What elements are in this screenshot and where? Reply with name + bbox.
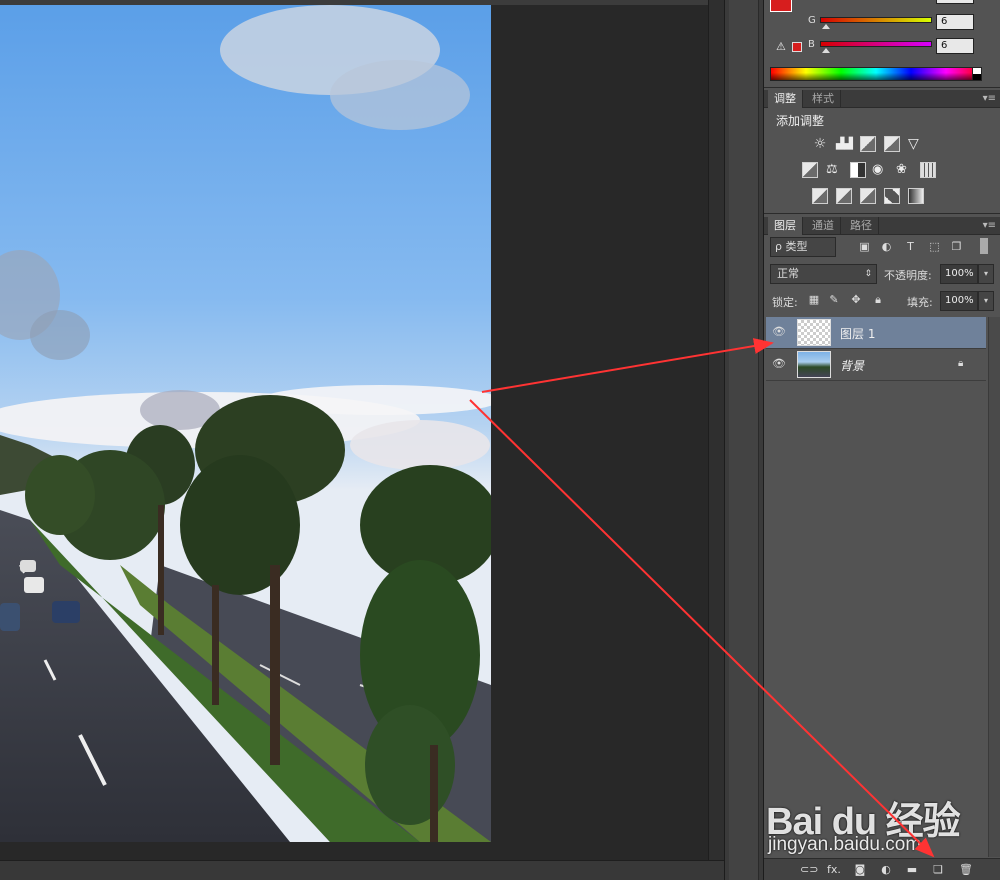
selective-color-icon[interactable]: [884, 188, 900, 204]
workspace-scrollbar[interactable]: [708, 0, 724, 860]
lock-transparent-icon[interactable]: ▦: [808, 294, 820, 306]
layer-thumbnail-photo: [797, 351, 831, 378]
foreground-color-swatch[interactable]: [770, 0, 792, 12]
layer-thumbnail-transparent: [797, 319, 831, 346]
layer-name[interactable]: 图层 1: [840, 325, 875, 342]
layers-panel: 图层 通道 路径 ▾≡ ρ 类型 ▣ ◐ T ⬚ ❐ 正常 ⇕ 不透明度: 10…: [764, 217, 1000, 880]
collapsed-panel-dock[interactable]: [724, 0, 764, 880]
fill-field[interactable]: 100%: [940, 291, 978, 311]
layer-row-background[interactable]: 👁︎ 背景 🔒︎: [766, 349, 986, 381]
chevron-updown-icon: ⇕: [864, 269, 872, 279]
gamut-swatch[interactable]: [792, 42, 802, 52]
fill-dropdown-icon[interactable]: ▾: [978, 291, 994, 311]
link-icon[interactable]: ⊂⊃: [800, 862, 818, 878]
curves-icon[interactable]: [860, 136, 876, 152]
layer-row-layer1[interactable]: 👁︎ 图层 1: [766, 317, 986, 349]
black-white-icon[interactable]: [850, 162, 866, 178]
photo-filter-icon[interactable]: ◉: [872, 162, 888, 178]
blend-mode-value: 正常: [777, 267, 799, 280]
canvas-image[interactable]: [0, 5, 491, 842]
filter-shape-icon[interactable]: ⬚: [928, 240, 941, 253]
opacity-dropdown-icon[interactable]: ▾: [978, 264, 994, 284]
channel-g-label: G: [808, 15, 816, 26]
layers-panel-menu-icon[interactable]: ▾≡: [983, 220, 996, 231]
lock-all-icon[interactable]: 🔒︎: [872, 294, 884, 306]
exposure-icon[interactable]: [884, 136, 900, 152]
panel-menu-icon[interactable]: ▾≡: [983, 93, 996, 104]
levels-icon[interactable]: ▟▟: [836, 136, 853, 152]
status-bar: [0, 860, 724, 880]
adjustments-tab-bar: 调整 样式 ▾≡: [764, 90, 1000, 108]
layers-tab-bar: 图层 通道 路径 ▾≡: [764, 217, 1000, 235]
filter-adjustment-icon[interactable]: ◐: [880, 240, 893, 253]
visibility-eye-icon[interactable]: 👁︎: [772, 358, 786, 370]
document-workspace: [0, 0, 724, 880]
black-white-ramp[interactable]: [972, 67, 982, 81]
channel-b-value[interactable]: 6: [936, 38, 974, 54]
fx-icon[interactable]: fx.: [826, 862, 842, 878]
channel-row-g: G 6: [808, 14, 998, 30]
mask-icon[interactable]: ◙: [852, 862, 868, 878]
layer-filter-select[interactable]: ρ 类型: [770, 237, 836, 257]
tab-channels[interactable]: 通道: [806, 217, 841, 235]
color-panel: 215 G 6 B 6 ⚠: [764, 0, 1000, 88]
adjustments-panel: 调整 样式 ▾≡ 添加调整 ☼ ▟▟ ▽ ⚖ ◉ ❀: [764, 90, 1000, 214]
layer-filter-row: ρ 类型 ▣ ◐ T ⬚ ❐: [770, 237, 994, 257]
collapsed-dock-column: [729, 0, 759, 880]
channel-r-value[interactable]: 215: [936, 0, 974, 4]
channel-g-thumb[interactable]: [822, 24, 830, 29]
tab-adjustments[interactable]: 调整: [768, 90, 803, 108]
color-lookup-icon[interactable]: [920, 162, 936, 178]
folder-icon[interactable]: ▬: [904, 862, 920, 878]
gamut-warning-icon[interactable]: ⚠: [776, 40, 786, 53]
channel-b-thumb[interactable]: [822, 48, 830, 53]
channel-b-label: B: [808, 39, 815, 50]
visibility-eye-icon[interactable]: 👁︎: [772, 326, 786, 338]
add-adjustment-label: 添加调整: [776, 114, 825, 128]
color-balance-icon[interactable]: ⚖: [826, 162, 842, 178]
right-panel-dock: 215 G 6 B 6 ⚠ 调整 样式 ▾≡ 添加调整 ☼ ▟▟ ▽: [764, 0, 1000, 880]
channel-g-value[interactable]: 6: [936, 14, 974, 30]
channel-g-slider[interactable]: [820, 17, 932, 23]
vibrance-icon[interactable]: ▽: [908, 136, 924, 152]
tab-styles[interactable]: 样式: [806, 90, 841, 108]
color-spectrum-ramp[interactable]: [770, 67, 982, 81]
fill-label: 填充:: [907, 296, 933, 309]
threshold-icon[interactable]: [860, 188, 876, 204]
opacity-label: 不透明度:: [884, 269, 932, 282]
layer-lock-icon: 🔒︎: [958, 358, 964, 369]
channel-mixer-icon[interactable]: ❀: [896, 162, 912, 178]
filter-smart-object-icon[interactable]: ❐: [950, 240, 963, 253]
layers-scrollbar[interactable]: [988, 317, 1000, 857]
photo-landscape: [0, 5, 491, 842]
lock-position-icon[interactable]: ✥: [850, 294, 862, 306]
posterize-icon[interactable]: [836, 188, 852, 204]
hue-saturation-icon[interactable]: [802, 162, 818, 178]
trash-icon[interactable]: 🗑︎: [958, 862, 974, 878]
filter-pixel-icon[interactable]: ▣: [858, 240, 871, 253]
layers-footer-toolbar: ⊂⊃ fx. ◙ ◐ ▬ ❏ 🗑︎: [764, 858, 1000, 880]
blend-mode-select[interactable]: 正常 ⇕: [770, 264, 877, 284]
brightness-icon[interactable]: ☼: [812, 136, 828, 152]
tab-paths[interactable]: 路径: [844, 217, 879, 235]
lock-brush-icon[interactable]: ✎: [828, 294, 840, 306]
lock-label: 锁定:: [772, 296, 798, 309]
new-layer-icon[interactable]: ❏: [930, 862, 946, 878]
gradient-map-icon[interactable]: [908, 188, 924, 204]
tab-layers[interactable]: 图层: [768, 217, 803, 235]
filter-type-icon[interactable]: T: [904, 240, 917, 253]
channel-b-slider[interactable]: [820, 41, 932, 47]
invert-icon[interactable]: [812, 188, 828, 204]
channel-row-b: B 6: [808, 38, 998, 54]
filter-toggle[interactable]: [980, 238, 988, 254]
opacity-field[interactable]: 100%: [940, 264, 978, 284]
channel-row-r: 215: [808, 0, 998, 12]
layer-name[interactable]: 背景: [840, 357, 864, 374]
adjustment-icon[interactable]: ◐: [878, 862, 894, 878]
